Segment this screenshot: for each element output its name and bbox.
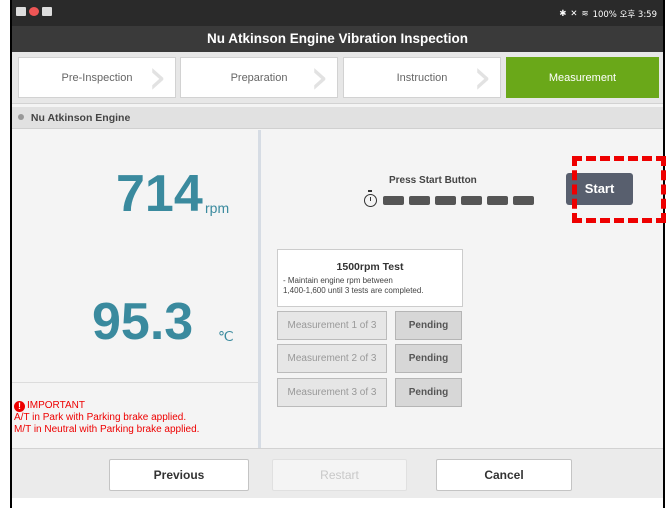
tab-pre-inspection[interactable]: Pre-Inspection ›: [18, 49, 176, 105]
progress-segment: [435, 196, 456, 205]
progress-segment: [383, 196, 404, 205]
alert-icon: !: [14, 401, 25, 412]
section-header: Nu Atkinson Engine: [12, 107, 663, 129]
image-icon: [16, 7, 26, 16]
chevron-right-icon: ›: [147, 49, 167, 105]
test-desc-line-2: 1,400-1,600 until 3 tests are completed.: [283, 286, 424, 295]
test-desc-line-1: - Maintain engine rpm between: [283, 276, 393, 285]
chevron-right-icon: ›: [472, 49, 492, 105]
record-icon: [29, 7, 39, 16]
tab-measurement[interactable]: Measurement: [506, 57, 659, 98]
status-left-icons: [16, 7, 52, 16]
start-highlight-box: [572, 156, 666, 223]
tab-instruction[interactable]: Instruction ›: [343, 49, 501, 105]
page-title: Nu Atkinson Engine Vibration Inspection: [12, 26, 663, 52]
restart-button[interactable]: Restart: [272, 459, 407, 491]
important-line-1: A/T in Park with Parking brake applied.: [14, 412, 187, 423]
app-window: ✱ ✕ ≋ 100% 오후 3:59 Nu Atkinson Engine Vi…: [10, 0, 665, 508]
readings-panel: 714 rpm 95.3 ℃ ! IMPORTANT A/T in Park wi…: [12, 130, 258, 448]
measurement-1-button[interactable]: Measurement 1 of 3: [277, 311, 387, 340]
important-notice: ! IMPORTANT A/T in Park with Parking brak…: [14, 400, 199, 435]
bluetooth-icon: ✱: [559, 9, 567, 19]
measurement-2-status: Pending: [395, 344, 462, 373]
chevron-right-icon: ›: [309, 49, 329, 105]
mute-icon: ✕: [570, 9, 578, 19]
test-info-box: 1500rpm Test - Maintain engine rpm betwe…: [277, 249, 463, 307]
status-right: ✱ ✕ ≋ 100% 오후 3:59: [559, 8, 657, 20]
test-description: - Maintain engine rpm between 1,400-1,60…: [283, 276, 424, 296]
progress-segment: [461, 196, 482, 205]
footer-bar: Previous Restart Cancel: [12, 448, 663, 498]
progress-segment: [487, 196, 508, 205]
tab-label: Measurement: [548, 72, 617, 84]
stopwatch-icon: [364, 190, 377, 207]
measurement-3-button[interactable]: Measurement 3 of 3: [277, 378, 387, 407]
rpm-unit: rpm: [205, 200, 230, 216]
measurement-3-status: Pending: [395, 378, 462, 407]
tab-label: Pre-Inspection: [61, 72, 133, 84]
progress-segment: [513, 196, 534, 205]
calendar-icon: [42, 7, 52, 16]
wifi-icon: ≋: [581, 9, 589, 19]
measurement-progress: [364, 190, 534, 207]
start-prompt: Press Start Button: [389, 175, 477, 186]
measurement-1-status: Pending: [395, 311, 462, 340]
section-title: Nu Atkinson Engine: [30, 112, 131, 124]
measurement-2-button[interactable]: Measurement 2 of 3: [277, 344, 387, 373]
cancel-button[interactable]: Cancel: [436, 459, 572, 491]
tab-label: Instruction: [396, 72, 448, 84]
important-line-2: M/T in Neutral with Parking brake applie…: [14, 423, 200, 435]
step-tabs: Pre-Inspection › Preparation › Instructi…: [12, 52, 663, 104]
rpm-value: 714: [116, 165, 203, 223]
tab-preparation[interactable]: Preparation ›: [180, 49, 338, 105]
test-title: 1500rpm Test: [336, 261, 404, 273]
status-time: 100% 오후 3:59: [592, 10, 657, 20]
tab-label: Preparation: [230, 72, 288, 84]
previous-button[interactable]: Previous: [109, 459, 249, 491]
divider: [12, 382, 258, 383]
important-heading: IMPORTANT: [27, 400, 85, 411]
bullet-icon: [18, 114, 24, 121]
progress-segment: [409, 196, 430, 205]
temperature-value: 95.3: [92, 293, 194, 351]
bottom-edge: [12, 498, 663, 508]
status-bar: ✱ ✕ ≋ 100% 오후 3:59: [12, 0, 663, 26]
temperature-unit: ℃: [218, 328, 234, 344]
